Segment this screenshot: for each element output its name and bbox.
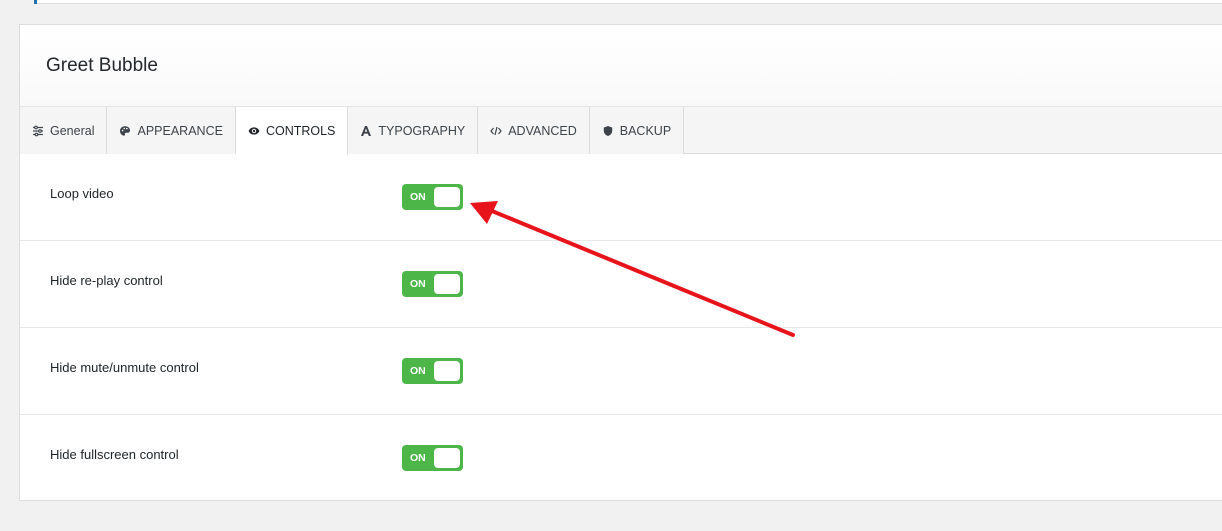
tab-advanced[interactable]: ADVANCED: [478, 107, 590, 154]
tab-controls[interactable]: CONTROLS: [235, 107, 349, 155]
shield-icon: [602, 125, 614, 137]
tab-bar: General APPEARANCE CONTROLS TYPOGRAPHY A…: [20, 107, 1222, 155]
setting-label: Loop video: [50, 186, 114, 201]
controls-list: Loop video ON Hide re-play control ON Hi…: [20, 154, 1222, 502]
tab-backup-label: BACKUP: [619, 123, 672, 138]
top-strip-accent: [34, 0, 37, 4]
setting-row-loop-video: Loop video ON: [20, 154, 1222, 241]
panel-header: Greet Bubble: [20, 25, 1222, 107]
setting-row-hide-fullscreen: Hide fullscreen control ON: [20, 415, 1222, 502]
hide-replay-toggle[interactable]: ON: [402, 271, 463, 297]
toggle-state: ON: [410, 278, 426, 290]
toggle-state: ON: [410, 365, 426, 377]
setting-label: Hide mute/unmute control: [50, 360, 199, 375]
setting-row-hide-replay: Hide re-play control ON: [20, 241, 1222, 328]
hide-mute-toggle[interactable]: ON: [402, 358, 463, 384]
hide-fullscreen-toggle[interactable]: ON: [402, 445, 463, 471]
toggle-state: ON: [410, 452, 426, 464]
tab-typography[interactable]: TYPOGRAPHY: [348, 107, 479, 154]
top-strip: [0, 0, 1222, 4]
settings-panel: Greet Bubble General APPEARANCE CONTROLS…: [19, 24, 1222, 501]
font-icon: [360, 125, 372, 137]
toggle-state: ON: [410, 191, 426, 203]
tab-appearance-label: APPEARANCE: [137, 123, 223, 138]
tab-general-label: General: [50, 123, 95, 138]
tab-appearance[interactable]: APPEARANCE: [107, 107, 236, 154]
tab-general[interactable]: General: [20, 107, 108, 154]
toggle-knob: [434, 448, 460, 468]
setting-label: Hide fullscreen control: [50, 447, 179, 462]
tab-controls-label: CONTROLS: [265, 124, 336, 138]
code-icon: [490, 125, 502, 137]
tab-advanced-label: ADVANCED: [508, 123, 577, 138]
palette-icon: [119, 125, 131, 137]
toggle-knob: [434, 274, 460, 294]
top-strip-bar: [34, 0, 1222, 4]
toggle-knob: [434, 187, 460, 207]
loop-video-toggle[interactable]: ON: [402, 184, 463, 210]
toggle-knob: [434, 361, 460, 381]
panel-title: Greet Bubble: [46, 54, 158, 76]
tab-typography-label: TYPOGRAPHY: [378, 123, 466, 138]
eye-icon: [248, 125, 260, 137]
sliders-icon: [32, 125, 44, 137]
setting-label: Hide re-play control: [50, 273, 163, 288]
tab-backup[interactable]: BACKUP: [589, 107, 685, 154]
setting-row-hide-mute: Hide mute/unmute control ON: [20, 328, 1222, 415]
